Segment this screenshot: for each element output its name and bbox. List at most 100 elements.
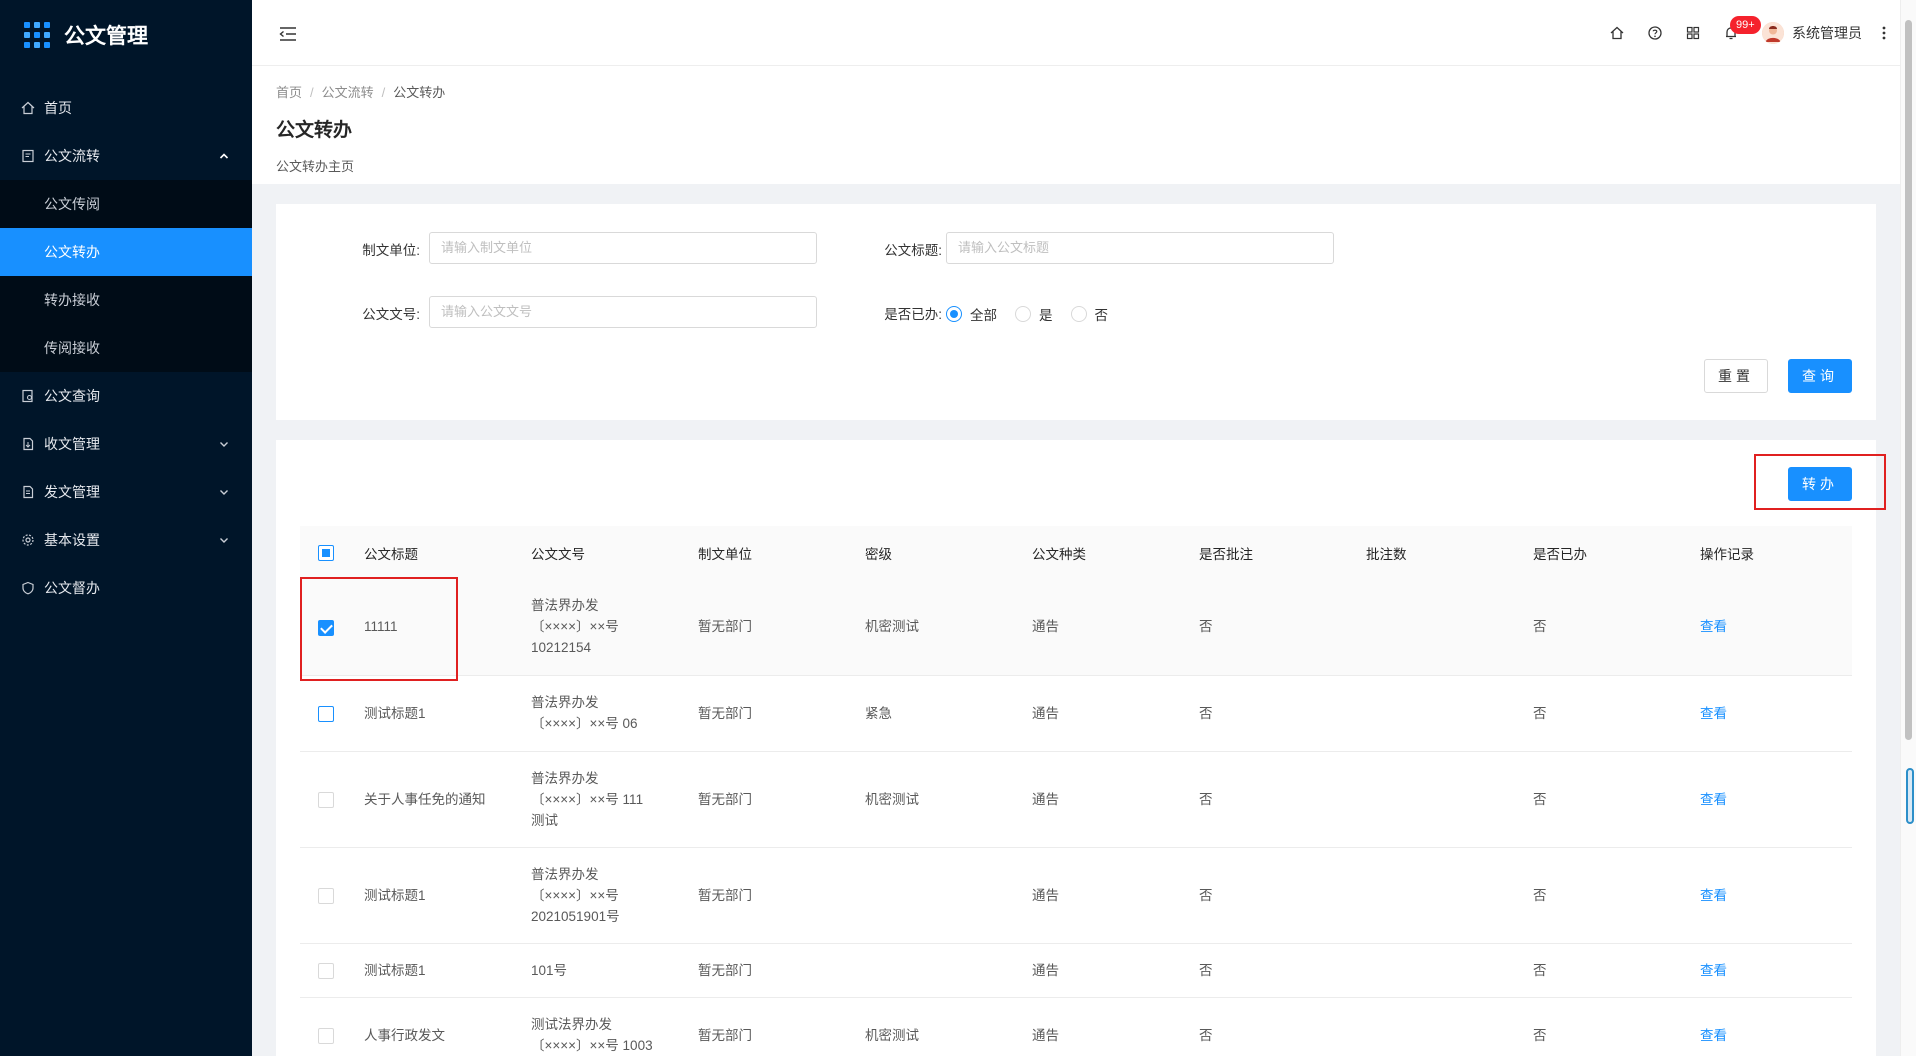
radio-dot-selected[interactable]: [946, 306, 962, 322]
row-checkbox[interactable]: [318, 962, 334, 979]
breadcrumb-doc-flow[interactable]: 公文流转: [322, 85, 374, 100]
docno-input[interactable]: 请输入公文文号: [429, 296, 817, 328]
cell-docno: 普法界办发 〔××××〕××号 111 测试: [531, 751, 698, 848]
cell-annotated: 否: [1199, 675, 1366, 752]
cell-docno: 测试法界办发 〔××××〕××号 1003: [531, 997, 698, 1056]
select-all-checkbox[interactable]: [318, 544, 334, 561]
cell-count: [1366, 997, 1533, 1056]
row-checkbox[interactable]: [318, 705, 334, 722]
username[interactable]: 系统管理员: [1792, 23, 1862, 43]
home-icon[interactable]: [1598, 14, 1636, 52]
breadcrumb-home[interactable]: 首页: [276, 85, 302, 100]
cell-done: 否: [1533, 997, 1700, 1056]
view-link[interactable]: 查看: [1700, 619, 1727, 634]
sidebar-item-home[interactable]: 首页: [0, 84, 252, 132]
sidebar-item-label: 公文查询: [44, 388, 100, 404]
sidebar-item-doc-transfer[interactable]: 公文转办: [0, 228, 252, 276]
table-row[interactable]: 11111 普法界办发 〔××××〕××号 10212154 暂无部门 机密测试…: [300, 579, 1852, 676]
cell-title: 关于人事任免的通知: [364, 751, 531, 848]
col-header: 是否已办: [1533, 526, 1700, 579]
sidebar-item-doc-query[interactable]: 公文查询: [0, 372, 252, 420]
sidebar-item-label: 传阅接收: [44, 340, 100, 356]
cell-count: [1366, 675, 1533, 752]
row-checkbox[interactable]: [318, 791, 334, 808]
cell-secret: [865, 943, 1032, 998]
sidebar-item-receive-manage[interactable]: 收文管理: [0, 420, 252, 468]
query-button[interactable]: 查询: [1788, 359, 1852, 393]
sidebar-item-doc-supervise[interactable]: 公文督办: [0, 564, 252, 612]
radio-dot[interactable]: [1015, 306, 1031, 322]
radio-label: 否: [1094, 308, 1109, 323]
menu-fold-icon[interactable]: [278, 24, 298, 44]
breadcrumb-current: 公文转办: [393, 85, 446, 100]
apps-grid-icon[interactable]: [1674, 14, 1712, 52]
sidebar-item-send-manage[interactable]: 发文管理: [0, 468, 252, 516]
cell-annotated: 否: [1199, 997, 1366, 1056]
col-header: 是否批注: [1199, 526, 1366, 579]
search-form: 制文单位: 请输入制文单位 公文标题: 请输入公文标题 公文文号: 请输入公文文…: [276, 204, 1876, 420]
sidebar-item-label: 公文流转: [44, 148, 100, 164]
table-row[interactable]: 关于人事任免的通知 普法界办发 〔××××〕××号 111 测试 暂无部门 机密…: [300, 751, 1852, 848]
radio-dot[interactable]: [1070, 306, 1087, 322]
col-header: 操作记录: [1700, 526, 1852, 579]
sidebar-item-label: 首页: [44, 100, 72, 116]
page-header: 首页 / 公文流转 / 公文转办 公文转办 公文转办主页: [252, 66, 1900, 184]
sidebar-item-label: 公文转办: [44, 244, 100, 260]
sidebar-item-doc-circulate[interactable]: 公文传阅: [0, 180, 252, 228]
reset-button[interactable]: 重置: [1704, 359, 1768, 393]
cell-count: [1366, 579, 1533, 676]
cell-unit: 暂无部门: [698, 997, 865, 1056]
table-row[interactable]: 测试标题1 普法界办发 〔××××〕××号 06 暂无部门 紧急 通告 否 否 …: [300, 675, 1852, 752]
document-table: 公文标题 公文文号 制文单位 密级 公文种类 是否批注 批注数 是否已办 操作记…: [300, 526, 1852, 1056]
highlight-box-transfer: [1754, 454, 1886, 510]
cell-unit: 暂无部门: [698, 675, 865, 752]
shield-icon: [20, 580, 36, 596]
table-row[interactable]: 人事行政发文 测试法界办发 〔××××〕××号 1003 暂无部门 机密测试 通…: [300, 997, 1852, 1056]
top-header: 99+ 系统管理员: [252, 0, 1900, 66]
notification-bell-icon[interactable]: 99+: [1712, 14, 1761, 52]
view-link[interactable]: 查看: [1700, 1028, 1727, 1043]
view-link[interactable]: 查看: [1700, 706, 1727, 721]
page-scrollbar[interactable]: [1900, 0, 1916, 1056]
cell-done: 否: [1533, 579, 1700, 676]
sidebar-item-doc-flow[interactable]: 公文流转: [0, 132, 252, 180]
breadcrumb: 首页 / 公文流转 / 公文转办: [276, 85, 446, 100]
sidebar: 公文管理 首页 公文流转 公文传阅 公文转办 转办接收 传阅接收 公文查询 收文…: [0, 0, 252, 1056]
result-card: 转办 公文标题 公文文号 制文单位 密级 公文种类 是否批注 批注数 是否已办 …: [276, 440, 1886, 1056]
sidebar-item-label: 发文管理: [44, 484, 100, 500]
radio-no[interactable]: 否: [1070, 304, 1109, 324]
cell-count: [1366, 847, 1533, 944]
radio-all[interactable]: 全部: [946, 304, 997, 324]
scrollbar-thumb[interactable]: [1905, 20, 1912, 740]
title-input[interactable]: 请输入公文标题: [946, 232, 1334, 264]
cell-kind: 通告: [1032, 997, 1199, 1056]
sidebar-item-transfer-receive[interactable]: 转办接收: [0, 276, 252, 324]
view-link[interactable]: 查看: [1700, 792, 1727, 807]
avatar[interactable]: [1762, 22, 1784, 44]
unit-input[interactable]: 请输入制文单位: [429, 232, 817, 264]
sidebar-item-circulate-receive[interactable]: 传阅接收: [0, 324, 252, 372]
cell-unit: 暂无部门: [698, 943, 865, 998]
cell-secret: 机密测试: [865, 997, 1032, 1056]
sidebar-item-label: 基本设置: [44, 532, 100, 548]
document-icon: [20, 148, 36, 164]
col-header: 批注数: [1366, 526, 1533, 579]
chevron-up-icon: [216, 148, 232, 164]
cell-unit: 暂无部门: [698, 751, 865, 848]
radio-label: 是: [1039, 308, 1053, 323]
view-link[interactable]: 查看: [1700, 963, 1727, 978]
view-link[interactable]: 查看: [1700, 888, 1727, 903]
sidebar-item-basic-settings[interactable]: 基本设置: [0, 516, 252, 564]
table-row[interactable]: 测试标题1 101号 暂无部门 通告 否 否 查看: [300, 943, 1852, 998]
cell-secret: [865, 847, 1032, 944]
radio-yes[interactable]: 是: [1015, 304, 1053, 324]
table-row[interactable]: 测试标题1 普法界办发 〔××××〕××号 2021051901号 暂无部门 通…: [300, 847, 1852, 944]
row-checkbox[interactable]: [318, 887, 334, 904]
help-icon[interactable]: [1636, 14, 1674, 52]
row-checkbox[interactable]: [318, 1027, 334, 1044]
scrollbar-indicator[interactable]: [1906, 768, 1914, 824]
more-vertical-icon[interactable]: [1874, 25, 1894, 41]
cell-title: 测试标题1: [364, 675, 531, 752]
cell-done: 否: [1533, 675, 1700, 752]
cell-annotated: 否: [1199, 943, 1366, 998]
